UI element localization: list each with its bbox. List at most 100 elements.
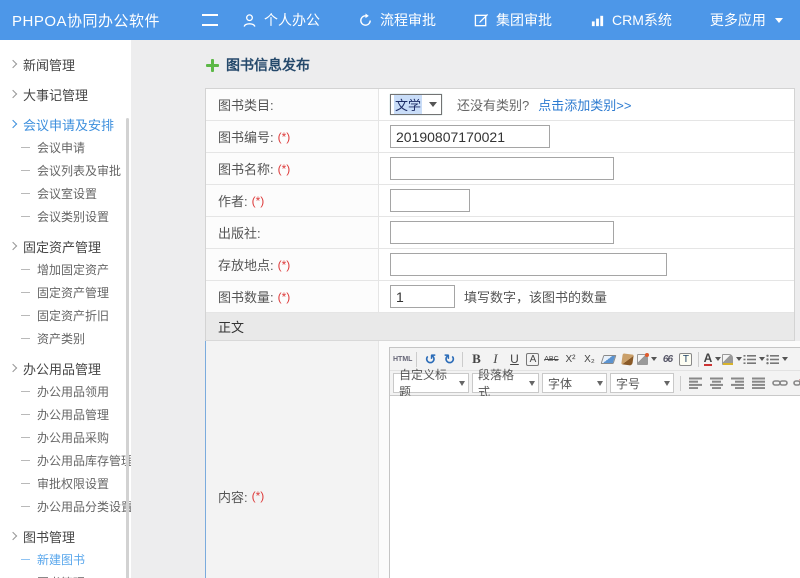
- nav-process-approval[interactable]: 流程审批: [358, 10, 436, 30]
- caret-down-icon: [775, 18, 783, 23]
- menu-bullet-icon: [21, 391, 30, 392]
- sidebar-menu-item[interactable]: 固定资产折旧: [0, 304, 131, 327]
- sidebar-menu-item[interactable]: 增加固定资产: [0, 258, 131, 281]
- dropdown-caret-icon: [459, 381, 465, 386]
- align-right-icon[interactable]: [729, 374, 747, 392]
- align-left-icon[interactable]: [687, 374, 705, 392]
- required-marker: (*): [278, 162, 291, 176]
- sidebar-menu: 新闻管理 大事记管理 会议申请及安排 会议申请 会议列表及审批 会议室设置: [0, 40, 131, 578]
- text-input[interactable]: [390, 189, 470, 212]
- add-plus-icon: [206, 59, 219, 72]
- field-label: 内容:: [218, 487, 248, 506]
- editor-dropdown[interactable]: 字号: [610, 373, 674, 393]
- sidebar-menu-item[interactable]: 新建图书: [0, 548, 131, 571]
- sidebar-menu-item[interactable]: 办公用品管理: [0, 357, 131, 380]
- sidebar-menu-item[interactable]: 大事记管理: [0, 83, 131, 106]
- form-row: 图书名称: (*): [206, 153, 794, 185]
- form-row: 出版社:: [206, 217, 794, 249]
- form-row-content: 内容: (*) HTML ↺ ↻ B: [205, 341, 794, 578]
- menu-bullet-icon: [9, 364, 17, 372]
- top-header-bar: PHPOA协同办公软件 个人办公 流程审批: [0, 0, 800, 40]
- editor-dropdown[interactable]: 段落格式: [472, 373, 539, 393]
- unlink-icon[interactable]: [792, 374, 800, 392]
- sidebar-menu-item[interactable]: 审批权限设置: [0, 472, 131, 495]
- eraser-icon[interactable]: [599, 350, 617, 368]
- nav-crm-system[interactable]: CRM系统: [590, 10, 672, 30]
- sidebar-menu-item[interactable]: 会议列表及审批: [0, 159, 131, 182]
- text-input[interactable]: [390, 221, 614, 244]
- required-marker: (*): [278, 290, 291, 304]
- unordered-list-icon[interactable]: [766, 350, 788, 368]
- justify-icon[interactable]: [750, 374, 768, 392]
- menu-bullet-icon: [21, 193, 30, 194]
- app-logo: PHPOA协同办公软件: [12, 10, 160, 31]
- format-painter-icon[interactable]: [637, 350, 657, 368]
- editor-dropdown[interactable]: 自定义标题: [393, 373, 469, 393]
- paste-text-icon[interactable]: T: [679, 353, 692, 366]
- user-icon: [242, 13, 257, 28]
- sidebar-menu-item[interactable]: 新闻管理: [0, 53, 131, 76]
- category-select[interactable]: 文学: [390, 94, 442, 115]
- sidebar-menu-item[interactable]: 办公用品领用: [0, 380, 131, 403]
- required-marker: (*): [252, 489, 265, 503]
- subscript-icon[interactable]: X₂: [580, 350, 598, 368]
- app-window: PHPOA协同办公软件 个人办公 流程审批: [0, 0, 800, 578]
- sidebar-menu-item[interactable]: 图书管理: [0, 525, 131, 548]
- editor-dropdown[interactable]: 字体: [542, 373, 607, 393]
- sidebar-scrollbar[interactable]: [126, 118, 129, 578]
- text-input[interactable]: [390, 253, 667, 276]
- menu-bullet-icon: [21, 216, 30, 217]
- sidebar-menu-item[interactable]: 固定资产管理: [0, 235, 131, 258]
- clean-format-icon[interactable]: [618, 350, 636, 368]
- text-input[interactable]: [390, 125, 550, 148]
- sidebar-menu-item[interactable]: 会议类别设置: [0, 205, 131, 228]
- char-border-icon[interactable]: A: [526, 353, 539, 366]
- sidebar-menu-item[interactable]: 会议申请: [0, 136, 131, 159]
- link-icon[interactable]: [771, 374, 789, 392]
- add-category-link[interactable]: 点击添加类别>>: [538, 95, 631, 114]
- book-form: 图书类目: 文学 还没有类别? 点击添加类别>> 图书编号:: [205, 88, 795, 578]
- rich-text-editor: HTML ↺ ↻ B I U A ABC X²: [389, 347, 800, 578]
- menu-bullet-icon: [21, 437, 30, 438]
- nav-group-approval[interactable]: 集团审批: [474, 10, 552, 30]
- text-input[interactable]: [390, 157, 614, 180]
- form-row-category: 图书类目: 文学 还没有类别? 点击添加类别>>: [206, 89, 794, 121]
- menu-bullet-icon: [21, 338, 30, 339]
- required-marker: (*): [278, 258, 291, 272]
- menu-bullet-icon: [21, 460, 30, 461]
- menu-bullet-icon: [21, 414, 30, 415]
- align-center-icon[interactable]: [708, 374, 726, 392]
- menu-bullet-icon: [21, 483, 30, 484]
- flow-icon: [358, 13, 373, 28]
- field-label: 图书数量:: [218, 287, 274, 306]
- font-color-icon[interactable]: A: [703, 350, 721, 368]
- menu-bullet-icon: [21, 506, 30, 507]
- highlight-icon[interactable]: [722, 350, 742, 368]
- select-caret-icon: [429, 102, 437, 107]
- text-input[interactable]: [390, 285, 455, 308]
- sidebar-menu-item[interactable]: 办公用品分类设置: [0, 495, 131, 518]
- blockquote-icon[interactable]: 66: [658, 350, 676, 368]
- edit-square-icon: [474, 13, 489, 28]
- superscript-icon[interactable]: X²: [561, 350, 579, 368]
- strikethrough-icon[interactable]: ABC: [542, 350, 560, 368]
- sidebar-menu-item[interactable]: 固定资产管理: [0, 281, 131, 304]
- sidebar-menu-item[interactable]: 办公用品采购: [0, 426, 131, 449]
- sidebar-menu-item[interactable]: 办公用品库存管理: [0, 449, 131, 472]
- sidebar-menu-item[interactable]: 图书管理: [0, 571, 131, 578]
- form-row: 作者: (*): [206, 185, 794, 217]
- sidebar-menu-item[interactable]: 会议申请及安排: [0, 113, 131, 136]
- menu-bullet-icon: [9, 242, 17, 250]
- field-hint: 填写数字，该图书的数量: [464, 287, 607, 306]
- sidebar-menu-item[interactable]: 资产类别: [0, 327, 131, 350]
- sidebar-menu-item[interactable]: 会议室设置: [0, 182, 131, 205]
- nav-personal-office[interactable]: 个人办公: [242, 10, 320, 30]
- field-label: 图书编号:: [218, 127, 274, 146]
- nav-more-apps[interactable]: 更多应用: [710, 10, 783, 30]
- form-row: 图书数量: (*) 填写数字，该图书的数量: [206, 281, 794, 313]
- editor-content-area[interactable]: [390, 396, 800, 578]
- dropdown-caret-icon: [597, 381, 603, 386]
- ordered-list-icon[interactable]: [743, 350, 765, 368]
- menu-bullet-icon: [9, 120, 17, 128]
- sidebar-menu-item[interactable]: 办公用品管理: [0, 403, 131, 426]
